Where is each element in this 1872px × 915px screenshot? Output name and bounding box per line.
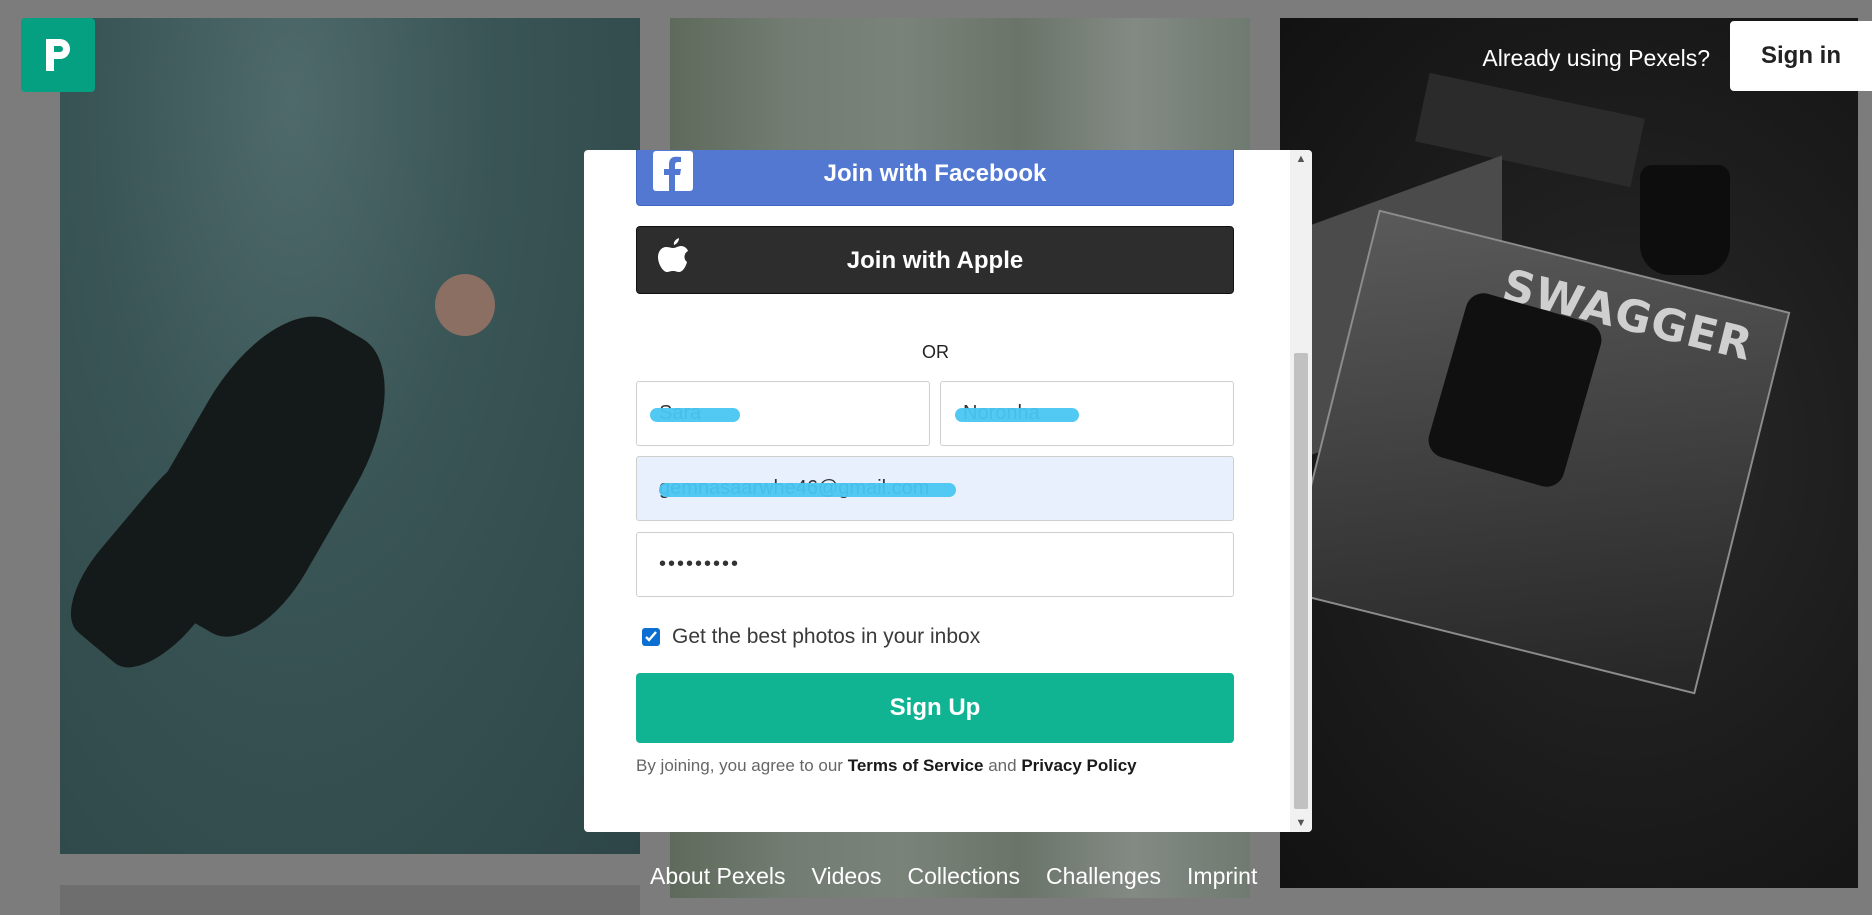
facebook-icon (651, 150, 695, 193)
join-apple-label: Join with Apple (846, 247, 1024, 274)
footer-link-collections[interactable]: Collections (907, 863, 1020, 890)
checkmark-icon (645, 631, 657, 642)
swimmer-head (435, 274, 495, 336)
scroll-thumb[interactable] (1294, 353, 1308, 809)
footer-link-about[interactable]: About Pexels (650, 863, 786, 890)
apple-icon (651, 235, 695, 279)
newsletter-option[interactable]: Get the best photos in your inbox (642, 625, 980, 649)
mug-shape (1640, 165, 1730, 275)
footer-link-challenges[interactable]: Challenges (1046, 863, 1161, 890)
sign-in-button[interactable]: Sign in (1730, 21, 1872, 91)
newsletter-label: Get the best photos in your inbox (672, 625, 981, 648)
join-facebook-label: Join with Facebook (823, 160, 1047, 187)
terms-text: By joining, you agree to our Terms of Se… (636, 756, 1137, 776)
redaction-mark (650, 408, 740, 422)
or-divider: OR (922, 342, 949, 362)
join-facebook-button[interactable]: Join with Facebook (636, 150, 1234, 206)
signup-modal: Join with Facebook Join with Apple OR Ge… (584, 150, 1312, 832)
scroll-down-arrow-icon[interactable]: ▼ (1290, 814, 1312, 832)
redaction-mark (955, 408, 1079, 422)
redaction-mark (659, 483, 956, 497)
already-using-text: Already using Pexels? (1482, 45, 1710, 71)
join-apple-button[interactable]: Join with Apple (636, 226, 1234, 294)
scroll-up-arrow-icon[interactable]: ▲ (1290, 150, 1312, 168)
background-photo-bottom (60, 885, 640, 915)
sign-up-button[interactable]: Sign Up (636, 673, 1234, 743)
privacy-policy-link[interactable]: Privacy Policy (1021, 756, 1136, 775)
terms-prefix: By joining, you agree to our (636, 756, 843, 775)
terms-of-service-link[interactable]: Terms of Service (848, 756, 984, 775)
modal-scrollbar[interactable]: ▲ ▼ (1290, 150, 1312, 832)
password-field[interactable] (636, 532, 1234, 597)
background-photo-pool (60, 18, 640, 854)
terms-and: and (988, 756, 1017, 775)
newsletter-checkbox[interactable] (642, 628, 660, 646)
pexels-logo-icon (46, 39, 70, 71)
pexels-logo[interactable] (21, 18, 95, 92)
footer-link-videos[interactable]: Videos (812, 863, 882, 890)
footer-links: About Pexels Videos Collections Challeng… (650, 863, 1257, 890)
footer-link-imprint[interactable]: Imprint (1187, 863, 1257, 890)
